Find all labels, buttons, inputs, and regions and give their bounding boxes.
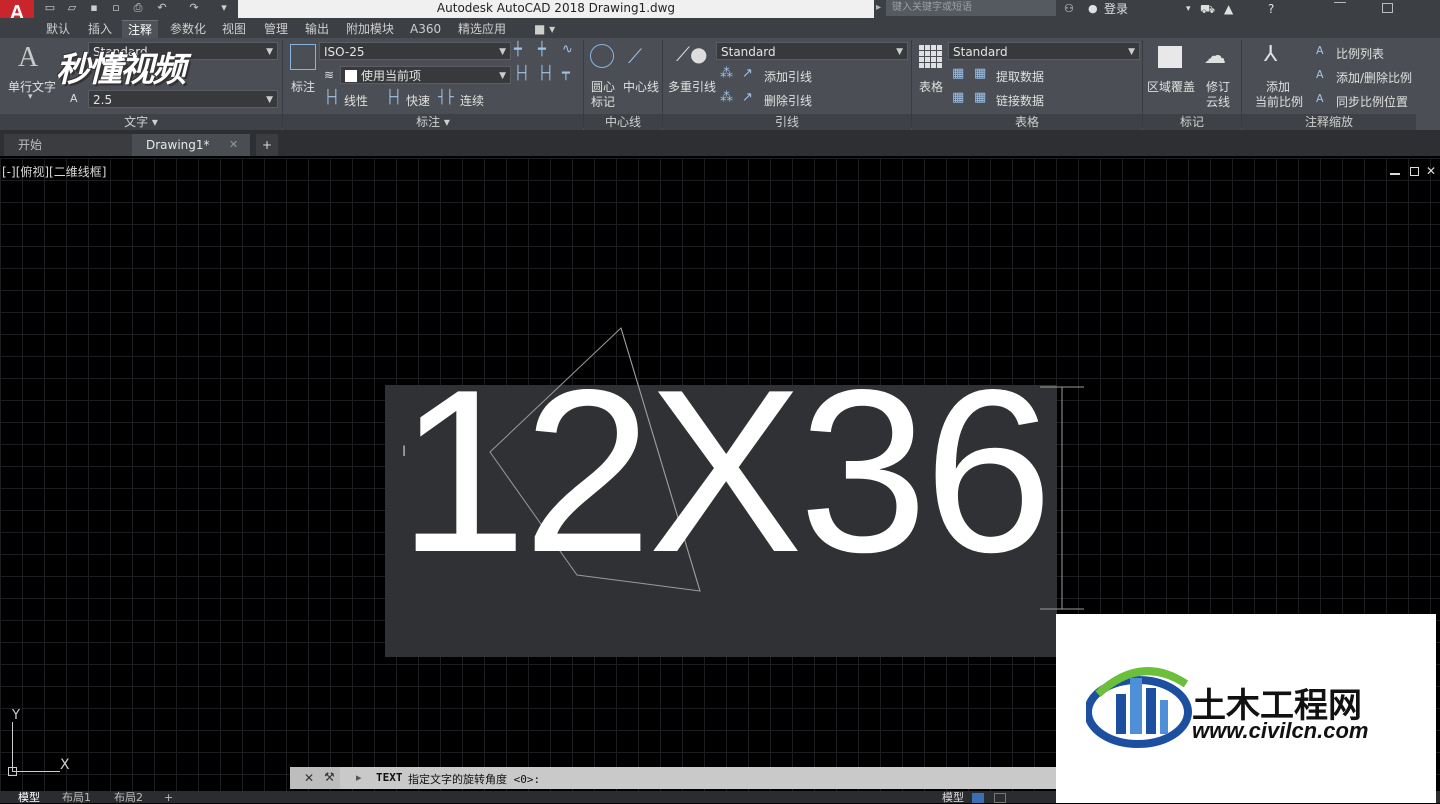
grid-toggle-icon[interactable] [972,793,984,803]
ucs-origin-icon [8,767,17,776]
ucs-y-axis [12,722,13,772]
command-prompt-text: 指定文字的旋转角度 <0>: [408,773,541,786]
status-model-toggle[interactable]: 模型 [942,792,964,803]
tab-model[interactable]: 模型 [18,792,40,803]
add-layout-icon[interactable]: + [164,792,173,803]
mtext-content[interactable]: 12X36 [398,352,1053,592]
civilcn-logo-icon [1086,667,1192,748]
command-prompt-icon: ▸ [356,771,362,784]
site-url: www.civilcn.com [1192,718,1369,743]
close-command-icon[interactable]: ✕ [304,771,314,785]
customize-wrench-icon[interactable]: ⚒ [324,770,335,784]
snap-toggle-icon[interactable] [994,793,1006,803]
tab-layout2[interactable]: 布局2 [114,792,143,803]
tab-layout1[interactable]: 布局1 [62,792,91,803]
ucs-x-label: X [60,757,70,773]
text-cursor-icon: I [402,444,407,460]
ucs-y-label: Y [12,708,20,723]
command-line[interactable]: ✕ ⚒ ▸ TEXT 指定文字的旋转角度 <0>: [290,767,1056,789]
command-name: TEXT [376,771,403,784]
site-watermark: 土木工程网 www.civilcn.com [1056,614,1436,803]
ucs-x-axis [12,771,60,772]
